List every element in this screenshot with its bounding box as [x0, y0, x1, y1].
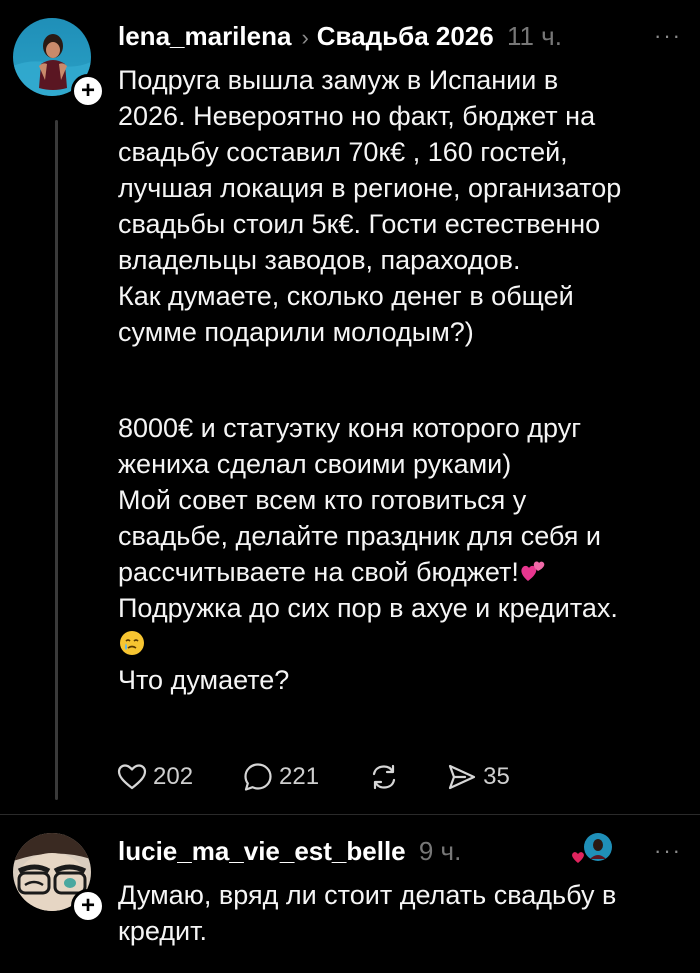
text-segment: рассчитываете на свой бюджет! — [118, 557, 519, 587]
share-icon — [448, 764, 476, 790]
text-line: свадьбу составил 70к€ , 160 гостей, — [118, 137, 568, 167]
repost-button[interactable] — [367, 760, 401, 794]
heart-icon — [572, 852, 584, 863]
post-text: Думаю, вряд ли стоит делать свадьбу в кр… — [118, 877, 668, 949]
repost-icon — [372, 764, 396, 790]
plus-icon: + — [80, 77, 95, 104]
text-line: 8000€ и статуэтку коня которого друг — [118, 413, 582, 443]
post-header: lena_marilena › Свадьба 2026 11 ч. ··· — [118, 16, 700, 56]
comment-count: 221 — [279, 763, 320, 790]
text-line: рассчитываете на свой бюджет! — [118, 554, 668, 590]
username[interactable]: lucie_ma_vie_est_belle — [118, 836, 406, 866]
text-line: свадьбы стоил 5к€. Гости естественно — [118, 209, 601, 239]
more-icon[interactable]: ··· — [654, 831, 682, 871]
text-line — [118, 626, 668, 662]
chevron-right-icon: › — [301, 25, 309, 50]
plus-icon: + — [80, 892, 95, 919]
thread-line — [55, 120, 58, 800]
text-line: сумме подарили молодым?) — [118, 317, 474, 347]
crying-face-emoji — [118, 629, 146, 657]
thread-post: + lena_marilena › Свадьба 2026 11 ч. ··· П… — [0, 0, 700, 815]
liked-by-author-badge — [568, 829, 618, 869]
text-line: Мой совет всем кто готовиться у — [118, 485, 527, 515]
share-count: 35 — [483, 763, 510, 790]
text-line: Что думаете? — [118, 665, 290, 695]
username[interactable]: lena_marilena — [118, 21, 291, 51]
text-line: лучшая локация в регионе, организатор — [118, 173, 622, 203]
text-line: кредит. — [118, 916, 207, 946]
thread-post: + lucie_ma_vie_est_belle 9 ч. ··· Думаю,… — [0, 815, 700, 973]
text-line: владельцы заводов, параходов. — [118, 245, 521, 275]
follow-button[interactable]: + — [71, 889, 105, 923]
like-count: 202 — [153, 763, 194, 790]
comment-icon — [244, 763, 272, 791]
community-name[interactable]: Свадьба 2026 — [317, 21, 494, 51]
post-text: 8000€ и статуэтку коня которого друг жен… — [118, 410, 668, 698]
heart-icon — [117, 764, 147, 790]
text-line: Подруга вышла замуж в Испании в — [118, 65, 559, 95]
like-button[interactable]: 202 — [115, 760, 193, 794]
text-line: Думаю, вряд ли стоит делать свадьбу в — [118, 880, 617, 910]
two-hearts-emoji — [519, 557, 547, 585]
post-text: Подруга вышла замуж в Испании в 2026. Не… — [118, 62, 668, 350]
text-line: жениха сделал своими руками) — [118, 449, 512, 479]
text-line: Как думаете, сколько денег в общей — [118, 281, 574, 311]
more-icon[interactable]: ··· — [654, 16, 682, 56]
text-line: 2026. Невероятно но факт, бюджет на — [118, 101, 596, 131]
post-time: 11 ч. — [506, 21, 562, 51]
follow-button[interactable]: + — [71, 74, 105, 108]
post-actions: 202 221 35 — [115, 757, 558, 797]
text-line: Подружка до сих пор в ахуе и кредитах. — [118, 593, 618, 623]
comment-button[interactable]: 221 — [241, 760, 319, 794]
post-time: 9 ч. — [418, 836, 462, 866]
share-button[interactable]: 35 — [445, 760, 510, 794]
text-line: свадьбе, делайте праздник для себя и — [118, 521, 601, 551]
